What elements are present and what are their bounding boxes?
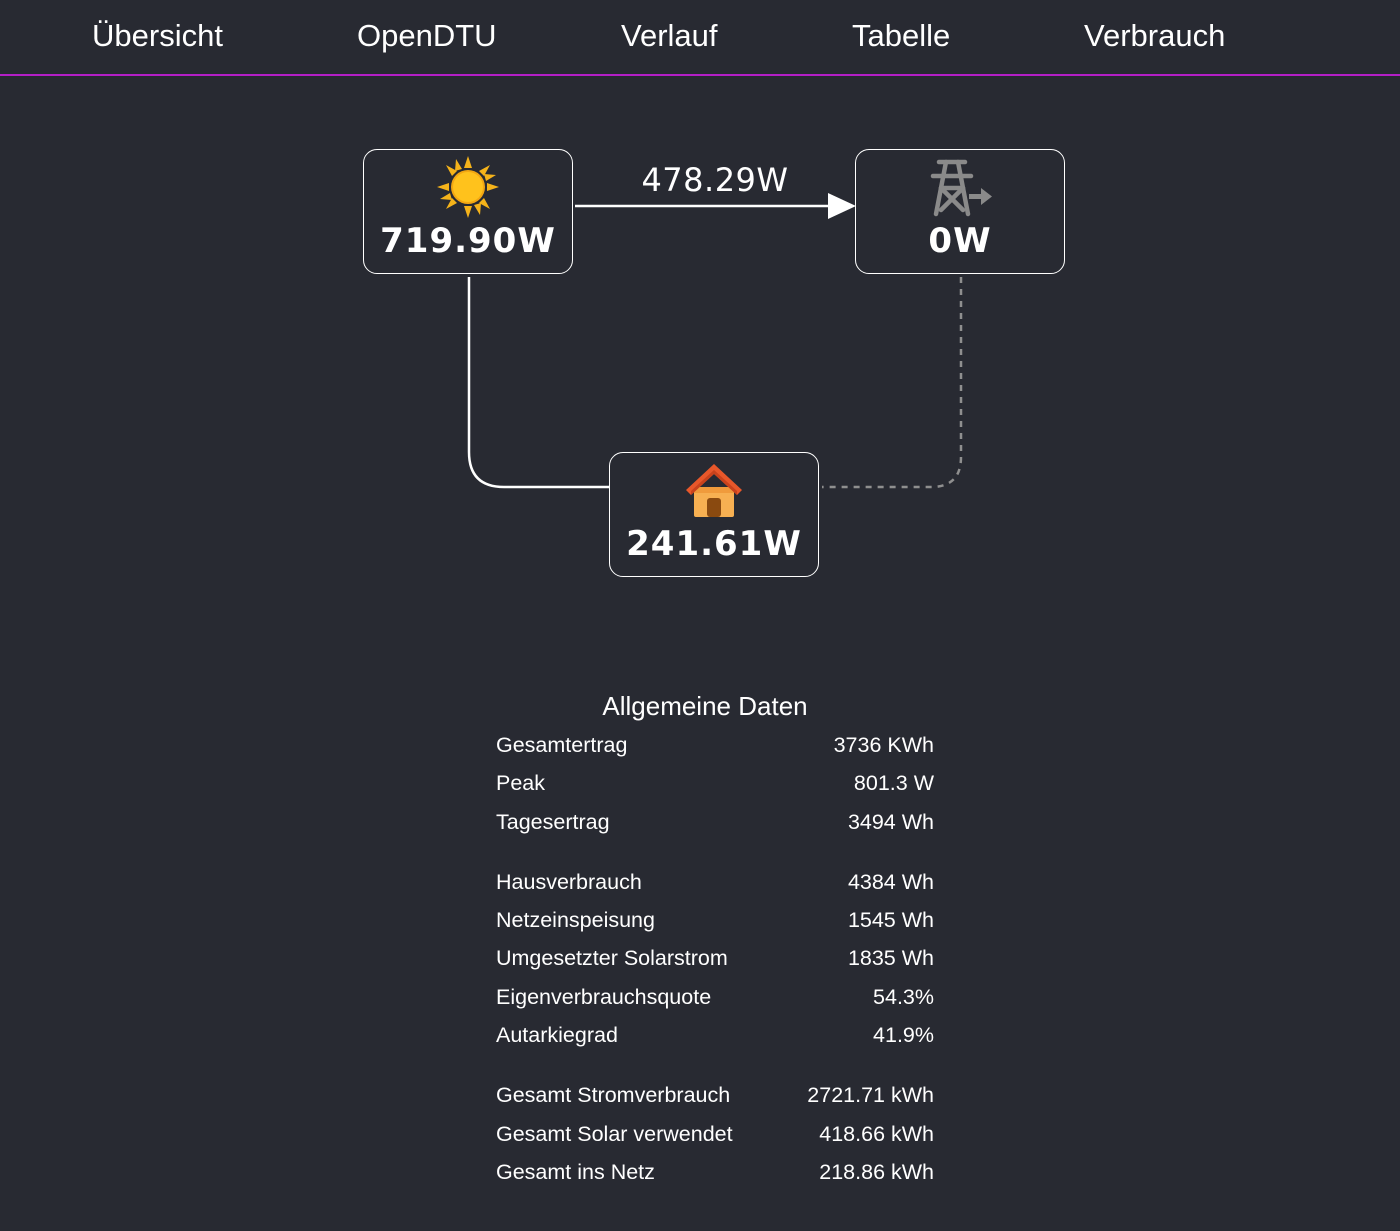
data-row-umgesetzter-solarstrom: Umgesetzter Solarstrom 1835 Wh: [496, 939, 934, 977]
data-value: 218.86 kWh: [819, 1159, 934, 1184]
house-node: 241.61W: [609, 452, 819, 577]
data-row-autarkiegrad: Autarkiegrad 41.9%: [496, 1016, 934, 1054]
data-value: 41.9%: [873, 1023, 934, 1048]
data-row-tagesertrag: Tagesertrag 3494 Wh: [496, 803, 934, 841]
data-row-gesamt-stromverbrauch: Gesamt Stromverbrauch 2721.71 kWh: [496, 1076, 934, 1114]
data-label: Tagesertrag: [496, 809, 610, 834]
data-value: 1545 Wh: [847, 908, 934, 933]
grid-power-value: 0W: [928, 221, 992, 261]
data-label: Eigenverbrauchsquote: [496, 984, 712, 1009]
house-power-value: 241.61W: [626, 524, 802, 564]
solar-power-value: 719.90W: [380, 221, 556, 261]
data-value: 54.3%: [873, 984, 934, 1009]
data-row-eigenverbrauchsquote: Eigenverbrauchsquote 54.3%: [496, 978, 934, 1016]
solar-node: 719.90W: [363, 149, 573, 274]
data-value: 801.3 W: [853, 771, 934, 796]
data-label: Gesamtertrag: [496, 733, 628, 757]
data-group-totals: Gesamt Stromverbrauch 2721.71 kWh Gesamt…: [496, 1076, 934, 1191]
data-row-hausverbrauch: Hausverbrauch 4384 Wh: [496, 863, 934, 901]
data-value: 2721.71 kWh: [807, 1083, 934, 1108]
data-value: 3736 KWh: [833, 733, 934, 757]
grid-node: 0W: [855, 149, 1065, 274]
data-label: Autarkiegrad: [496, 1023, 618, 1048]
data-group-consumption: Hausverbrauch 4384 Wh Netzeinspeisung 15…: [496, 863, 934, 1054]
data-value: 418.66 kWh: [819, 1121, 934, 1146]
data-row-netzeinspeisung: Netzeinspeisung 1545 Wh: [496, 901, 934, 939]
data-label: Netzeinspeisung: [496, 908, 655, 933]
data-row-peak: Peak 801.3 W: [496, 764, 934, 802]
grid-to-house-line: [822, 277, 963, 489]
solar-to-grid-value: 478.29W: [641, 161, 789, 199]
data-label: Umgesetzter Solarstrom: [496, 946, 728, 971]
power-flow-diagram: 478.29W 719.90W 0W 241.61W: [0, 0, 1400, 640]
house-icon: [686, 464, 742, 517]
data-label: Gesamt ins Netz: [496, 1159, 655, 1184]
data-row-gesamt-solar-verwendet: Gesamt Solar verwendet 418.66 kWh: [496, 1115, 934, 1153]
solar-to-house-line: [467, 277, 610, 489]
data-label: Hausverbrauch: [496, 869, 642, 894]
sun-icon: [437, 156, 499, 218]
data-value: 3494 Wh: [847, 809, 934, 834]
data-row-gesamtertrag: Gesamtertrag 3736 KWh: [496, 726, 934, 764]
data-label: Gesamt Solar verwendet: [496, 1121, 733, 1146]
data-value: 4384 Wh: [847, 869, 934, 894]
data-label: Peak: [496, 771, 546, 796]
data-group-yield: Gesamtertrag 3736 KWh Peak 801.3 W Tages…: [496, 726, 934, 841]
section-title: Allgemeine Daten: [602, 691, 808, 721]
power-grid-export-icon: [930, 159, 992, 217]
data-row-gesamt-ins-netz: Gesamt ins Netz 218.86 kWh: [496, 1153, 934, 1191]
data-value: 1835 Wh: [847, 946, 934, 971]
data-label: Gesamt Stromverbrauch: [496, 1083, 731, 1108]
general-data-section: Allgemeine Daten Gesamtertrag 3736 KWh P…: [496, 688, 934, 1191]
